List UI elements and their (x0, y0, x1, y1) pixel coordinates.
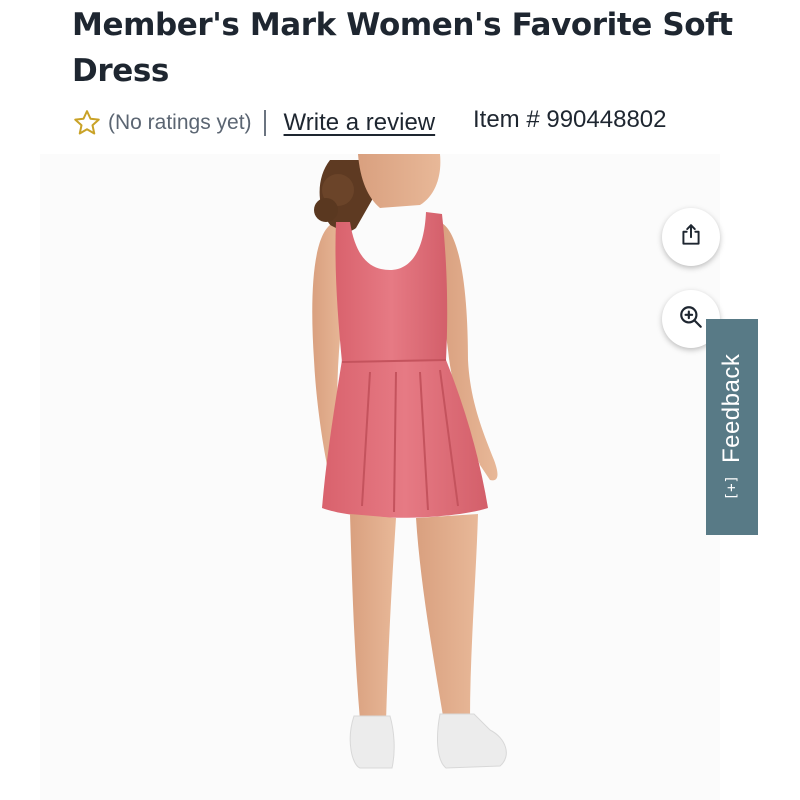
product-title: Member's Mark Women's Favorite Soft Dres… (72, 7, 733, 89)
item-number: Item # 990448802 (473, 106, 667, 133)
write-review-link[interactable]: Write a review (284, 109, 436, 137)
zoom-in-icon (678, 304, 704, 335)
feedback-tab[interactable]: [+] Feedback (706, 319, 758, 535)
feedback-icon: [+] (724, 475, 740, 501)
share-button[interactable] (662, 208, 720, 266)
ratings-count: (No ratings yet) (108, 111, 252, 134)
share-icon (678, 222, 704, 253)
feedback-label: Feedback (718, 353, 745, 464)
star-icon[interactable] (72, 108, 102, 138)
rating-row: (No ratings yet) Write a review (72, 104, 435, 142)
divider (263, 110, 266, 136)
